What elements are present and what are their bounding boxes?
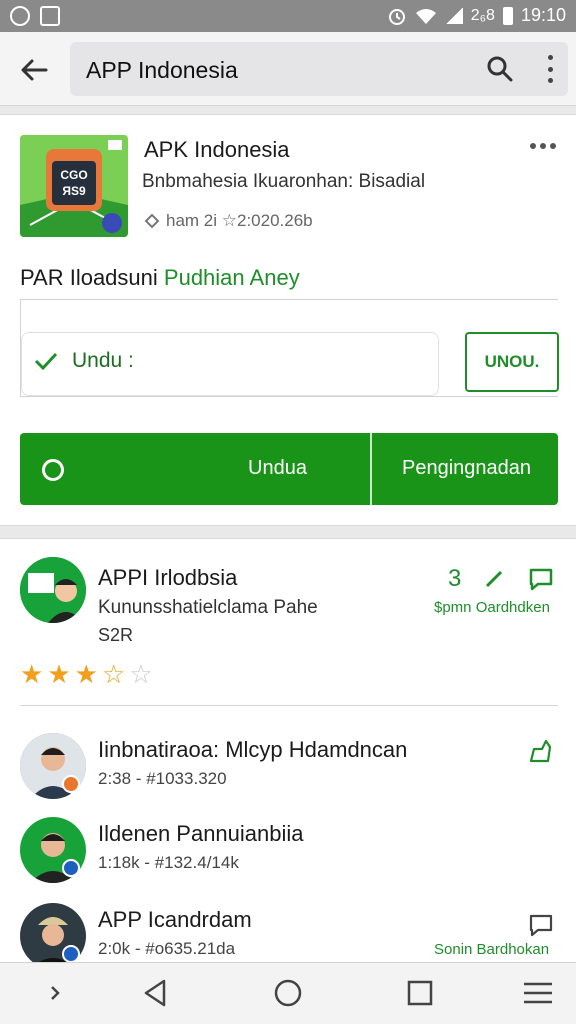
- list-item-action-link[interactable]: Sonin Bardhokan: [434, 941, 549, 958]
- status-bar: 2₆8 19:10: [0, 0, 576, 32]
- badge-icon: [62, 775, 80, 793]
- comment-icon[interactable]: [528, 913, 554, 937]
- rating-stars: ★ ★ ★ ☆ ☆: [20, 659, 153, 690]
- app-title: APK Indonesia: [144, 137, 290, 162]
- like-icon[interactable]: [528, 739, 554, 763]
- developer-subtitle: Kununsshatielclama Pahe: [98, 597, 318, 618]
- chevron-right-icon[interactable]: [38, 977, 74, 1009]
- list-item-meta: 2:38 - #1033.320: [98, 769, 227, 788]
- app-card: CGO ЯS9 APK Indonesia Bnbmahesia Ikuaron…: [0, 114, 576, 526]
- radio-circle-icon[interactable]: [42, 459, 64, 481]
- search-bar[interactable]: APP Indonesia: [70, 42, 568, 96]
- app-meta-text: ham 2i ☆2:020.26b: [166, 211, 313, 230]
- developer-name[interactable]: APPI Irlodbsia: [98, 565, 237, 591]
- star-full-icon: ★: [20, 659, 44, 689]
- search-query-text[interactable]: APP Indonesia: [86, 57, 238, 84]
- developer-action-link[interactable]: $pmn Oardhdken: [434, 599, 550, 616]
- developer-avatar[interactable]: [20, 557, 86, 623]
- list-item-meta: 2:0k - #o635.21da: [98, 939, 236, 958]
- package-label: PAR Iloadsuni: [20, 265, 158, 290]
- download-frame: Undu : UNOU.: [20, 299, 559, 397]
- badge-icon: [62, 859, 80, 877]
- star-full-icon: ★: [74, 659, 98, 689]
- edit-slash-icon[interactable]: [484, 569, 504, 589]
- thumb-icon: [144, 213, 160, 229]
- install-button-group: Undua Pengingnadan: [20, 433, 558, 505]
- signal-icon: [444, 7, 463, 24]
- badge-icon: [62, 945, 80, 963]
- svg-text:ЯS9: ЯS9: [62, 184, 86, 198]
- notification-icon: [10, 6, 30, 26]
- recents-square-icon[interactable]: [402, 977, 438, 1009]
- check-icon: [34, 352, 58, 371]
- package-value[interactable]: Pudhian Aney: [164, 265, 300, 290]
- svg-text:CGO: CGO: [60, 168, 87, 182]
- back-triangle-icon[interactable]: [138, 977, 174, 1009]
- battery-icon: [502, 6, 513, 25]
- star-full-icon: ★: [47, 659, 71, 689]
- developer-count: 3: [448, 565, 462, 592]
- alarm-icon: [388, 8, 405, 25]
- download-button[interactable]: Undua: [248, 457, 307, 480]
- star-empty-icon: ☆: [129, 659, 153, 689]
- home-circle-icon[interactable]: [270, 977, 306, 1009]
- list-item[interactable]: Iinbnatiraoa: Mlcyp Hdamdncan 2:38 - #10…: [0, 733, 576, 803]
- list-item-title: Iinbnatiraoa: Mlcyp Hdamdncan: [98, 737, 408, 762]
- divider: [20, 705, 558, 706]
- list-item[interactable]: Ildenen Pannuianbiia 1:18k - #132.4/14k: [0, 817, 576, 887]
- card-more-icon[interactable]: [530, 143, 556, 149]
- clock: 19:10: [520, 5, 566, 25]
- back-arrow-icon[interactable]: [18, 54, 50, 86]
- download-status-label: Undu :: [72, 349, 134, 372]
- developer-size: S2R: [98, 625, 134, 645]
- list-item-meta: 1:18k - #132.4/14k: [98, 853, 239, 872]
- list-item-title: Ildenen Pannuianbiia: [98, 821, 304, 846]
- more-vert-icon[interactable]: [544, 55, 556, 83]
- menu-lines-icon[interactable]: [520, 977, 556, 1009]
- undu-button[interactable]: UNOU.: [465, 332, 559, 392]
- settings-button[interactable]: Pengingnadan: [402, 457, 531, 480]
- list-item-title: APP Icandrdam: [98, 907, 252, 932]
- app-subtitle: Bnbmahesia Ikuaronhan: Bisadial: [142, 171, 426, 192]
- developer-card: APPI Irlodbsia Kununsshatielclama Pahe S…: [0, 538, 576, 969]
- network-indicator: 2₆8: [470, 6, 495, 24]
- app-toolbar: APP Indonesia: [0, 32, 576, 106]
- system-nav-bar: [0, 962, 576, 1024]
- app-meta: ham 2i ☆2:020.26b: [144, 211, 313, 231]
- gallery-icon: [40, 6, 60, 26]
- wifi-icon: [415, 8, 436, 24]
- app-icon[interactable]: CGO ЯS9: [20, 135, 128, 237]
- button-divider: [370, 433, 372, 505]
- download-status-box: Undu :: [21, 332, 439, 396]
- comment-icon[interactable]: [528, 567, 554, 591]
- package-line: PAR Iloadsuni Pudhian Aney: [20, 265, 300, 291]
- search-icon[interactable]: [486, 55, 514, 83]
- star-half-icon: ☆: [101, 659, 126, 689]
